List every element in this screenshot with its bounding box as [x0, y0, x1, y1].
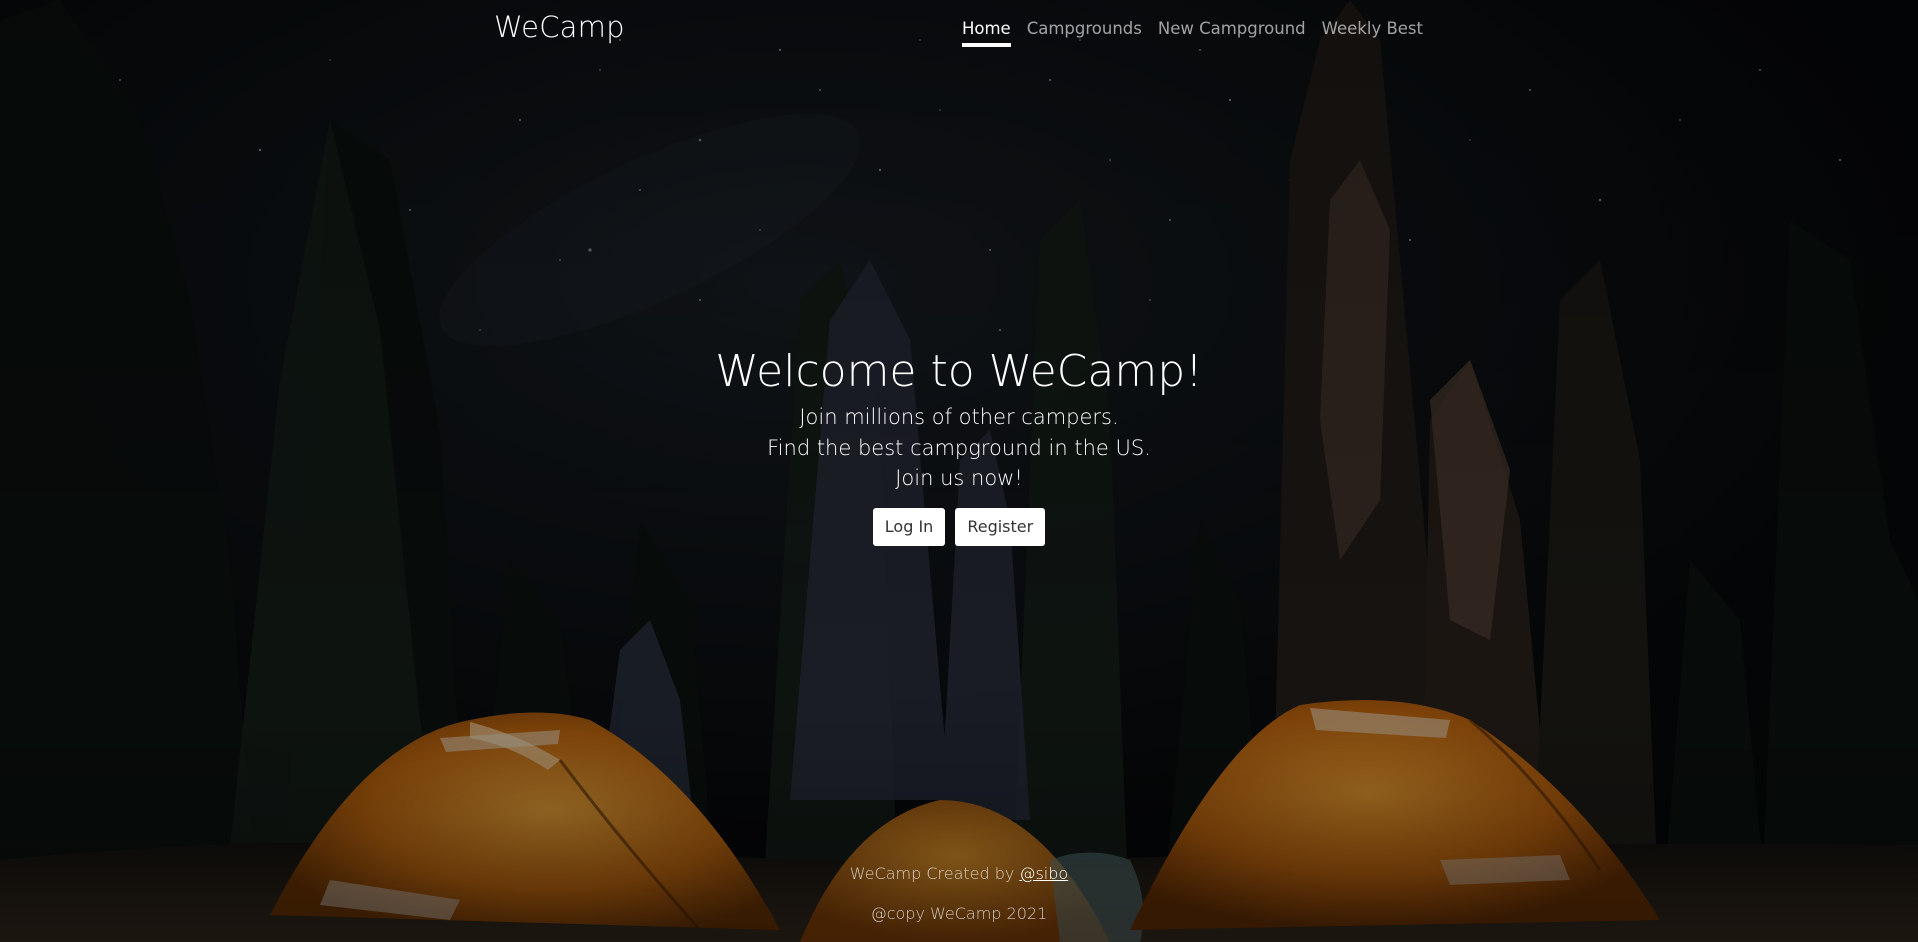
hero-line-1: Join millions of other campers.: [799, 405, 1119, 429]
nav-weekly-best[interactable]: Weekly Best: [1322, 19, 1423, 47]
register-button[interactable]: Register: [955, 507, 1046, 546]
footer-credit-text: WeCamp Created by: [849, 864, 1020, 883]
footer-credit: WeCamp Created by @sibo: [0, 860, 1918, 888]
page: WeCamp Home Campgrounds New Campground W…: [0, 0, 1918, 942]
brand-logo-link[interactable]: WeCamp: [494, 10, 625, 44]
hero-line-2: Find the best campground in the US.: [767, 435, 1151, 460]
nav-campgrounds[interactable]: Campgrounds: [1027, 19, 1142, 47]
hero-line-3: Join us now!: [895, 466, 1023, 490]
main-nav: Home Campgrounds New Campground Weekly B…: [961, 19, 1423, 47]
login-button[interactable]: Log In: [872, 507, 946, 546]
nav-new-campground[interactable]: New Campground: [1158, 19, 1306, 47]
hero-section: Welcome to WeCamp! Join millions of othe…: [0, 342, 1918, 546]
author-link[interactable]: @sibo: [1019, 864, 1068, 883]
hero-title: Welcome to WeCamp!: [715, 346, 1203, 397]
footer: WeCamp Created by @sibo @copy WeCamp 202…: [0, 860, 1918, 928]
hero-button-group: Log In Register: [0, 507, 1918, 546]
footer-copyright: @copy WeCamp 2021: [870, 904, 1048, 923]
nav-home[interactable]: Home: [961, 19, 1011, 47]
navbar: WeCamp Home Campgrounds New Campground W…: [0, 0, 1918, 60]
